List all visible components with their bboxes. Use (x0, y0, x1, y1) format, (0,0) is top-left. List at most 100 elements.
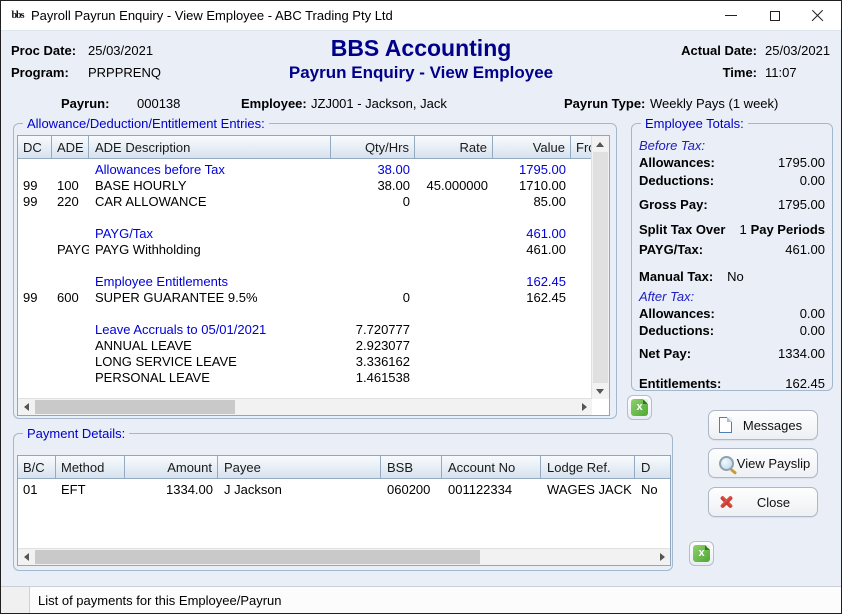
status-bar-cell (1, 587, 30, 613)
column-header-description[interactable]: ADE Description (89, 136, 331, 158)
maximize-button[interactable] (757, 1, 793, 30)
close-icon (811, 9, 824, 22)
horizontal-scroll-thumb[interactable] (35, 400, 235, 414)
table-row[interactable] (18, 258, 609, 274)
payg-label: PAYG/Tax: (639, 242, 703, 257)
status-bar: List of payments for this Employee/Payru… (1, 586, 841, 613)
table-row[interactable]: PERSONAL LEAVE1.461538 (18, 370, 609, 386)
column-header-bc[interactable]: B/C (18, 456, 56, 478)
after-allowances-value: 0.00 (800, 306, 825, 321)
table-row[interactable]: Allowances before Tax38.001795.00 (18, 162, 609, 178)
net-pay-row: Net Pay: 1334.00 (632, 346, 832, 361)
cell-qty (331, 274, 415, 290)
cell-ade (52, 370, 89, 386)
table-row[interactable]: 99220CAR ALLOWANCE085.00 (18, 194, 609, 210)
messages-button[interactable]: Messages (708, 410, 818, 440)
scroll-right-button[interactable] (654, 549, 670, 565)
payrun-type-value: Weekly Pays (1 week) (650, 96, 778, 111)
split-tax-row: Split Tax Over 1 Pay Periods (632, 222, 832, 237)
table-row[interactable] (18, 306, 609, 322)
table-row[interactable]: Leave Accruals to 05/01/20217.720777 (18, 322, 609, 338)
arrow-up-icon (596, 142, 604, 147)
close-window-button[interactable] (799, 1, 835, 30)
horizontal-scroll-thumb[interactable] (35, 550, 480, 564)
table-row[interactable]: PAYG/Tax461.00 (18, 226, 609, 242)
cell-amount: 1334.00 (125, 482, 218, 498)
table-row[interactable]: 01EFT1334.00J Jackson060200001122334WAGE… (18, 482, 670, 498)
column-header-bsb[interactable]: BSB (381, 456, 442, 478)
minimize-button[interactable] (713, 1, 749, 30)
app-window: bbs Payroll Payrun Enquiry - View Employ… (0, 0, 842, 614)
program-value: PRPPRENQ (88, 65, 161, 80)
scroll-right-button[interactable] (576, 399, 592, 415)
entries-vertical-scrollbar[interactable] (591, 136, 609, 399)
table-row[interactable]: 99100BASE HOURLY38.0045.0000001710.00 (18, 178, 609, 194)
view-payslip-button-label: View Payslip (734, 456, 813, 471)
cell-value: 162.45 (493, 274, 571, 290)
column-header-lodge-ref[interactable]: Lodge Ref. (541, 456, 635, 478)
table-row[interactable]: Employee Entitlements162.45 (18, 274, 609, 290)
export-entries-excel-button[interactable]: x (627, 395, 652, 420)
employee-value: JZJ001 - Jackson, Jack (311, 96, 447, 111)
messages-button-label: Messages (732, 418, 813, 433)
cell-qty: 2.923077 (331, 338, 415, 354)
column-header-ade[interactable]: ADE (52, 136, 89, 158)
entries-group: Allowance/Deduction/Entitlement Entries:… (13, 123, 617, 419)
column-header-d[interactable]: D (635, 456, 670, 478)
column-header-account-no[interactable]: Account No (442, 456, 541, 478)
cell-rate (415, 194, 493, 210)
cell-ade (52, 338, 89, 354)
cell-ade (52, 274, 89, 290)
cell-qty (331, 306, 415, 322)
scroll-up-button[interactable] (592, 136, 608, 152)
cell-qty: 3.336162 (331, 354, 415, 370)
gross-pay-row: Gross Pay: 1795.00 (632, 197, 832, 212)
column-header-value[interactable]: Value (493, 136, 571, 158)
cell-desc: Allowances before Tax (89, 162, 331, 178)
close-button[interactable]: Close (708, 487, 818, 517)
payments-table-body: 01EFT1334.00J Jackson060200001122334WAGE… (18, 479, 670, 498)
table-row[interactable]: 99600SUPER GUARANTEE 9.5%0162.45 (18, 290, 609, 306)
scroll-left-button[interactable] (18, 399, 34, 415)
cell-desc: Leave Accruals to 05/01/2021 (89, 322, 331, 338)
cell-qty: 0 (331, 290, 415, 306)
vertical-scroll-thumb[interactable] (593, 152, 608, 383)
cell-desc: PERSONAL LEAVE (89, 370, 331, 386)
table-row[interactable]: LONG SERVICE LEAVE3.336162 (18, 354, 609, 370)
before-allowances-label: Allowances: (639, 155, 715, 170)
cell-value (493, 370, 571, 386)
employee-totals-group: Employee Totals: Before Tax: Allowances:… (631, 123, 833, 391)
totals-panel: Before Tax: Allowances: 1795.00 Deductio… (632, 134, 832, 391)
cell-account: 001122334 (442, 482, 541, 498)
after-tax-heading: After Tax: (632, 289, 832, 304)
cell-value: 461.00 (493, 242, 571, 258)
cell-qty (331, 210, 415, 226)
column-header-amount[interactable]: Amount (125, 456, 218, 478)
table-row[interactable]: PAYGPAYG Withholding461.00 (18, 242, 609, 258)
split-tax-value: 1 (739, 222, 746, 237)
view-payslip-button[interactable]: View Payslip (708, 448, 818, 478)
payments-horizontal-scrollbar[interactable] (18, 548, 670, 565)
scroll-down-button[interactable] (592, 383, 608, 399)
column-header-dc[interactable]: DC (18, 136, 52, 158)
table-row[interactable]: ANNUAL LEAVE2.923077 (18, 338, 609, 354)
entries-horizontal-scrollbar[interactable] (18, 398, 592, 415)
cell-dc (18, 338, 52, 354)
after-deductions-label: Deductions: (639, 323, 714, 338)
before-allowances-row: Allowances: 1795.00 (632, 155, 832, 170)
cell-qty: 38.00 (331, 162, 415, 178)
scroll-left-button[interactable] (18, 549, 34, 565)
column-header-qty[interactable]: Qty/Hrs (331, 136, 415, 158)
column-header-payee[interactable]: Payee (218, 456, 381, 478)
entitlements-row: Entitlements: 162.45 (632, 376, 832, 391)
column-header-rate[interactable]: Rate (415, 136, 493, 158)
payments-group-title: Payment Details: (23, 426, 129, 441)
cell-desc (89, 306, 331, 322)
table-row[interactable] (18, 210, 609, 226)
export-payments-excel-button[interactable]: x (689, 541, 714, 566)
cell-desc: CAR ALLOWANCE (89, 194, 331, 210)
cell-qty (331, 226, 415, 242)
column-header-method[interactable]: Method (56, 456, 125, 478)
after-allowances-row: Allowances: 0.00 (632, 306, 832, 321)
cell-desc: SUPER GUARANTEE 9.5% (89, 290, 331, 306)
